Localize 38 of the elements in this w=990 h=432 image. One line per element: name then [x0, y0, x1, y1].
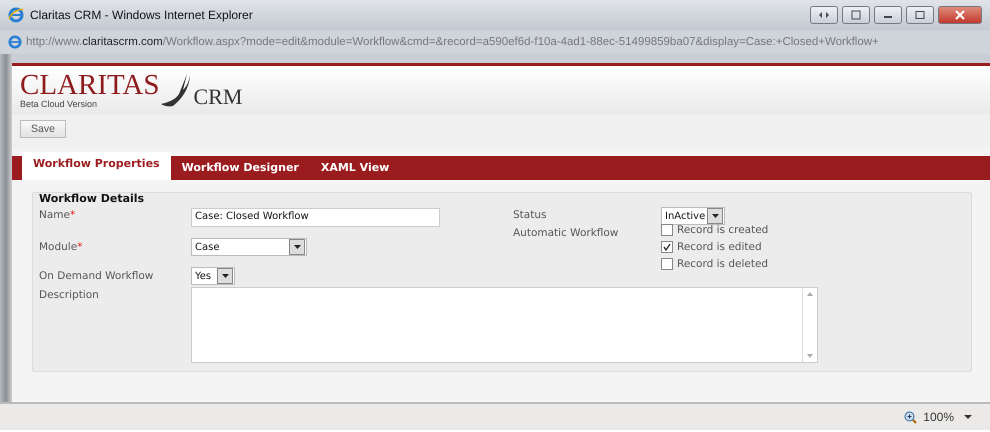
checkbox[interactable] [661, 224, 673, 236]
tab[interactable]: XAML View [310, 156, 400, 180]
logo-tagline: Beta Cloud Version [20, 99, 98, 109]
window-title: Claritas CRM - Windows Internet Explorer [30, 8, 253, 22]
logo-product: CRM [193, 84, 242, 110]
page-icon [8, 35, 22, 49]
field-label: Automatic Workflow [512, 227, 620, 241]
checkbox-label: Record is deleted [677, 258, 768, 270]
checkbox[interactable] [661, 258, 673, 270]
field-label: On Demand Workflow [39, 270, 154, 284]
section-title: Workflow Details [39, 192, 146, 205]
compat-view-button[interactable] [810, 6, 838, 24]
square-icon [851, 10, 861, 20]
module-dropdown[interactable]: Case [191, 238, 307, 256]
on-demand-dropdown[interactable]: Yes [191, 267, 235, 285]
refresh-button[interactable] [842, 6, 870, 24]
arrows-icon [818, 11, 830, 19]
field-label: Status [512, 209, 548, 223]
save-button[interactable]: Save [20, 120, 66, 138]
close-button[interactable] [938, 6, 982, 24]
minimize-button[interactable] [874, 6, 902, 24]
close-icon [955, 10, 965, 20]
checkbox-label: Record is created [677, 224, 768, 236]
browser-icon [8, 7, 24, 23]
field-label: Description [39, 289, 100, 303]
status-dropdown[interactable]: InActive [661, 207, 725, 225]
tab[interactable]: Workflow Designer [170, 156, 310, 180]
zoom-level[interactable]: 100% [923, 410, 954, 424]
zoom-icon[interactable] [904, 410, 918, 424]
tab[interactable]: Workflow Properties [22, 152, 171, 180]
checkbox-label: Record is edited [677, 240, 762, 252]
checkbox[interactable] [661, 240, 673, 252]
field-label: Module* [39, 241, 84, 255]
name-field[interactable]: Case: Closed Workflow [191, 208, 440, 227]
maximize-button[interactable] [906, 6, 934, 24]
field-label: Name* [39, 209, 76, 223]
maximize-icon [915, 11, 925, 19]
logo-wordmark: CLARITAS [20, 71, 160, 99]
